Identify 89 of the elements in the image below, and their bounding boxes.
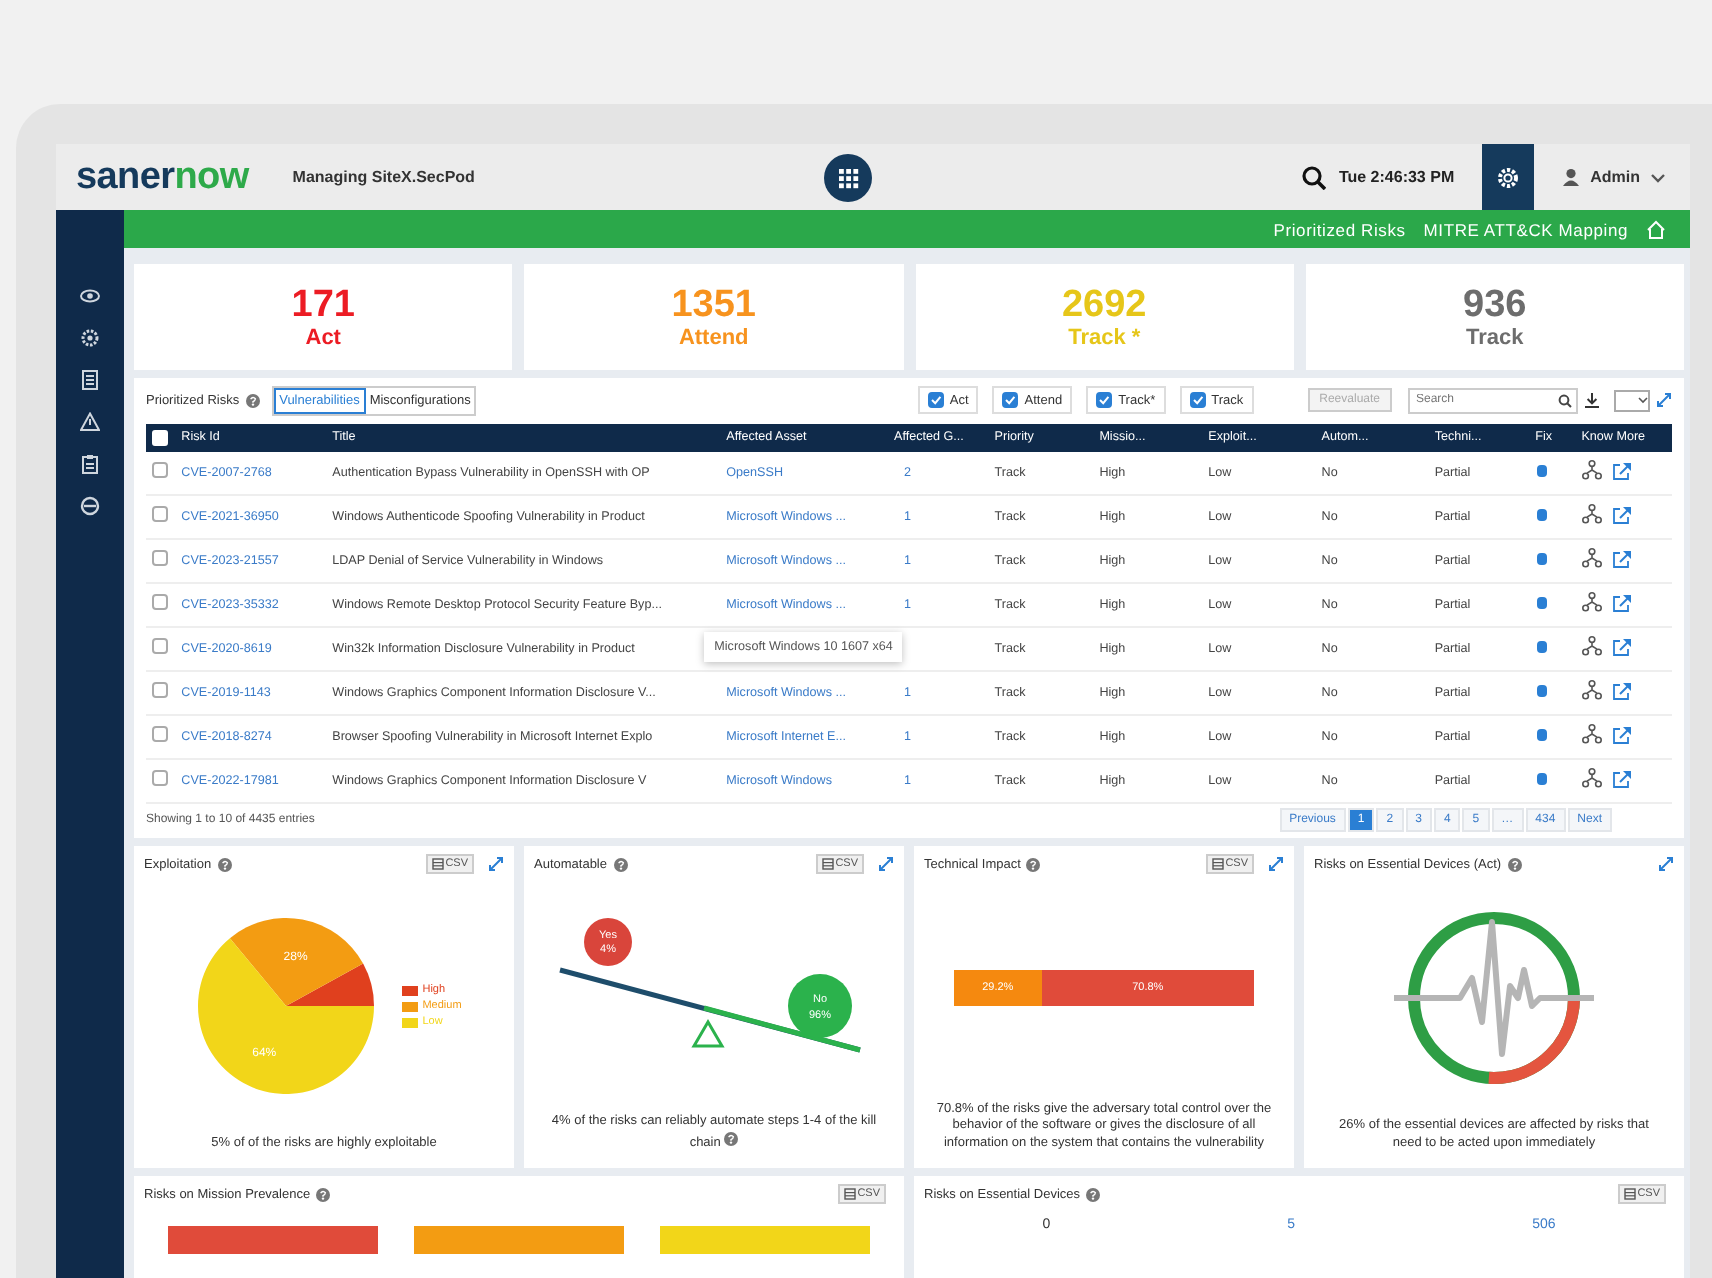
check-icon [1191,394,1204,407]
eye-icon[interactable] [80,286,100,306]
clock-text: Tue 2:46:33 PM [1338,168,1455,186]
caret-icon [1650,171,1666,183]
help-icon [217,857,232,871]
check-icon [1098,394,1111,407]
logo-text: now [174,155,249,197]
row-checkbox[interactable] [152,550,168,567]
row-checkbox[interactable] [152,726,168,743]
expand-icon[interactable] [1658,856,1674,872]
row-checkbox[interactable] [152,682,168,699]
settings-icon [1496,165,1521,189]
page-size-select[interactable] [1614,389,1650,412]
gear-icon[interactable] [80,328,100,348]
summary-count: 2692 [1061,284,1147,326]
clipboard-icon[interactable] [80,454,100,474]
help-icon [1026,857,1041,871]
site-label: Managing SiteX.SecPod [292,168,475,186]
expand-icon[interactable] [1268,856,1284,872]
select-all-checkbox[interactable] [152,429,168,446]
fix-icon[interactable] [1535,639,1548,654]
network-icon[interactable] [1581,592,1602,613]
expand-icon[interactable] [878,856,894,872]
fix-icon[interactable] [1535,771,1548,786]
fix-icon[interactable] [1535,551,1548,566]
summary-count: 936 [1463,284,1527,326]
user-menu[interactable]: Admin [1562,168,1666,186]
network-icon[interactable] [1581,680,1602,701]
network-icon[interactable] [1581,504,1602,525]
apps-grid-icon[interactable] [824,153,873,201]
summary-label: Track [1466,326,1524,350]
row-checkbox[interactable] [152,462,168,479]
network-icon[interactable] [1581,460,1602,481]
help-icon [245,393,260,408]
download-icon[interactable] [1584,392,1600,409]
fix-icon[interactable] [1535,683,1548,698]
circle-icon[interactable] [80,496,100,516]
summary-label: Act [305,326,341,350]
row-checkbox[interactable] [152,594,168,611]
external-link-icon[interactable] [1611,682,1632,701]
document-icon[interactable] [80,370,100,390]
help-icon [1086,1187,1101,1201]
network-icon[interactable] [1581,636,1602,657]
home-icon[interactable] [1646,219,1666,239]
summary-card[interactable]: 936 Track [1305,264,1684,370]
settings-button[interactable] [1482,144,1535,210]
summary-label: Track * [1068,326,1141,350]
help-icon [724,1132,739,1147]
summary-card[interactable]: 171 Act [134,264,513,370]
external-link-icon[interactable] [1611,550,1632,569]
network-icon[interactable] [1581,724,1602,745]
user-icon [1562,168,1581,186]
fix-icon[interactable] [1535,727,1548,742]
summary-count: 1351 [671,284,757,326]
table-icon [843,1188,856,1200]
row-checkbox[interactable] [152,770,168,787]
external-link-icon[interactable] [1611,726,1632,745]
summary-count: 171 [291,284,355,326]
check-icon [929,394,942,407]
fix-icon[interactable] [1535,463,1548,478]
summary-label: Attend [678,326,749,350]
external-link-icon[interactable] [1611,462,1632,481]
external-link-icon[interactable] [1611,638,1632,657]
external-link-icon[interactable] [1611,770,1632,789]
table-icon [1623,1188,1636,1200]
nav-link[interactable]: Prioritized Risks [1273,219,1406,239]
table-icon [431,858,444,870]
row-checkbox[interactable] [152,506,168,523]
network-icon[interactable] [1581,768,1602,789]
help-icon [316,1187,331,1201]
fix-icon[interactable] [1535,507,1548,522]
expand-icon[interactable] [488,856,504,872]
network-icon[interactable] [1581,548,1602,569]
nav-link[interactable]: MITRE ATT&CK Mapping [1423,219,1628,239]
external-link-icon[interactable] [1611,594,1632,613]
table-icon [1211,858,1224,870]
external-link-icon[interactable] [1611,506,1632,525]
help-icon [1507,857,1522,871]
check-icon [1004,394,1017,407]
row-checkbox[interactable] [152,638,168,655]
search-icon[interactable] [1302,165,1327,189]
search-icon [1558,393,1572,408]
table-icon [821,858,834,870]
expand-icon[interactable] [1656,392,1672,409]
fix-icon[interactable] [1535,595,1548,610]
caret-icon [1638,396,1648,405]
warning-icon[interactable] [80,412,100,432]
logo-text: saner [76,155,175,197]
help-icon [613,857,627,871]
